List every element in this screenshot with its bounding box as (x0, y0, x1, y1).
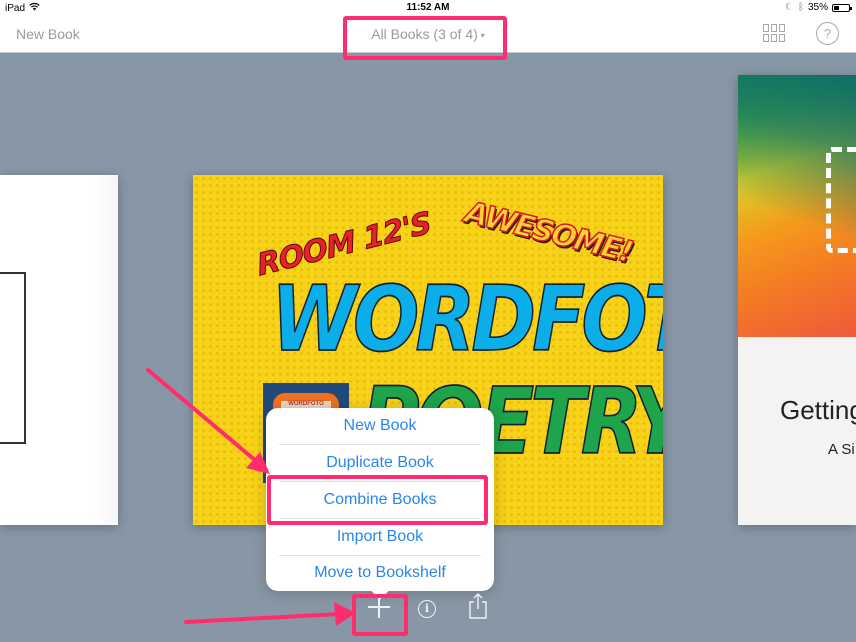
cover-subtitle: A Si (828, 441, 855, 458)
menu-item-import-book[interactable]: Import Book (266, 519, 494, 555)
bookshelf-title[interactable]: All Books (3 of 4) (371, 26, 478, 42)
dashed-page-icon (826, 147, 856, 253)
book-cover-previous[interactable] (0, 175, 118, 525)
bookshelf-selector: All Books (3 of 4) ▾ (0, 26, 856, 42)
share-icon[interactable] (468, 592, 488, 620)
cover-text-wordfoto: WORDFOTO (270, 267, 663, 372)
menu-item-duplicate-book[interactable]: Duplicate Book (266, 445, 494, 481)
add-icon[interactable] (366, 594, 392, 620)
help-icon[interactable]: ? (816, 22, 839, 45)
bluetooth-icon: ᛒ (797, 2, 804, 13)
menu-item-combine-books[interactable]: Combine Books (266, 482, 494, 518)
cover-text-awesome: AWESOME! (461, 194, 636, 271)
menu-item-new-book[interactable]: New Book (266, 408, 494, 444)
battery-icon (832, 3, 852, 12)
cover-frame (0, 272, 26, 444)
moon-icon: ☾ (785, 2, 794, 13)
cover-title: Getting (780, 395, 856, 425)
caret-down-icon[interactable]: ▾ (481, 31, 485, 40)
clock: 11:52 AM (406, 2, 450, 13)
info-icon[interactable]: i (418, 600, 436, 618)
bottom-toolbar: i (0, 590, 856, 642)
book-cover-next[interactable]: Getting A Si (738, 75, 856, 525)
battery-percent: 35% (807, 2, 828, 13)
nav-bar: New Book All Books (3 of 4) ▾ ? (0, 16, 856, 53)
status-bar: iPad 11:52 AM ☾ ᛒ 35% (0, 0, 856, 16)
battery-fill (834, 5, 839, 10)
menu-item-move-to-bookshelf[interactable]: Move to Bookshelf (266, 555, 494, 591)
add-menu-popover: New Book Duplicate Book Combine Books Im… (266, 408, 494, 591)
grid-view-icon[interactable] (763, 24, 785, 44)
